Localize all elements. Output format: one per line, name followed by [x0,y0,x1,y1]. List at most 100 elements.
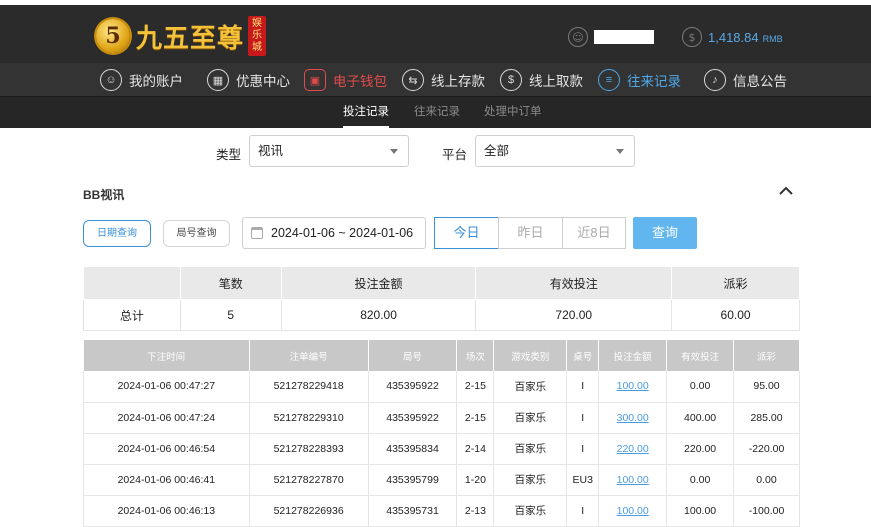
table-cell: 435395799 [368,464,458,496]
chevron-up-icon[interactable] [777,184,795,198]
dollar-icon: $ [682,27,702,47]
tab-pending-orders[interactable]: 处理中订单 [484,97,542,128]
bet-amount-link[interactable]: 100.00 [617,505,649,517]
table-cell: 100.00 [598,371,668,403]
table-cell: 300.00 [598,402,668,434]
summary-cell: 820.00 [280,299,477,331]
table-cell: 220.00 [598,433,668,465]
table-cell: 521278229310 [249,402,369,434]
type-select[interactable]: 视讯 [249,135,409,167]
user-icon: ☺ [100,69,122,91]
round-query-button[interactable]: 局号查询 [163,220,230,247]
chevron-down-icon [616,149,624,154]
detail-header: 注单编号 [249,340,369,371]
type-label: 类型 [216,148,242,162]
nav-withdraw[interactable]: $ 线上取款 [500,67,583,93]
table-cell: 435395731 [368,495,458,527]
logo-text: 九五至尊 [136,23,245,54]
table-row: 2024-01-06 00:47:27 521278229418 435395922… [83,371,800,403]
username-redacted [594,30,654,44]
nav-label: 线上取款 [529,74,583,89]
table-cell: 2024-01-06 00:46:41 [83,464,250,496]
summary-header: 有效投注 [475,266,673,300]
table-cell: 百家乐 [493,371,568,403]
nav-label: 线上存款 [431,74,485,89]
summary-header-row: 笔数 投注金额 有效投注 派彩 [83,266,800,300]
platform-select[interactable]: 全部 [475,135,635,167]
nav-records[interactable]: ≡ 往来记录 [598,67,681,93]
table-cell: 百家乐 [493,433,568,465]
table-cell: 0.00 [666,371,735,403]
withdraw-icon: $ [500,69,522,91]
table-cell: 2-13 [456,495,495,527]
nav-label: 电子钱包 [333,74,387,89]
summary-header: 笔数 [179,266,282,300]
table-cell: -100.00 [733,495,800,527]
nav-my-account[interactable]: ☺ 我的账户 [100,67,183,93]
nav-deposit[interactable]: ⇆ 线上存款 [402,67,485,93]
table-cell: 521278228393 [249,433,369,465]
user-info[interactable]: ☺ [568,27,654,47]
table-row: 2024-01-06 00:46:41 521278227870 435395799… [83,464,800,496]
table-cell: 2-14 [456,433,495,465]
table-cell: 95.00 [733,371,800,403]
summary-table: 笔数 投注金额 有效投注 派彩 总计 5 820.00 720.00 60.00 [83,266,800,331]
table-cell: 2024-01-06 00:47:24 [83,402,250,434]
table-cell: -220.00 [733,433,800,465]
brand-logo[interactable]: 5 九五至尊 娱 乐 城 [96,13,267,59]
table-row: 2024-01-06 00:47:24 521278229310 435395922… [83,402,800,434]
wallet-icon: ▣ [304,69,326,91]
chevron-down-icon [390,149,398,154]
table-cell: 1-20 [456,464,495,496]
table-cell: 2024-01-06 00:47:27 [83,371,250,403]
detail-header: 投注金额 [598,340,668,371]
logo-emblem: 5 [96,19,130,53]
table-cell: 435395834 [368,433,458,465]
last-8-days-button[interactable]: 近8日 [562,217,626,249]
records-icon: ≡ [598,69,620,91]
query-button[interactable]: 查询 [633,217,697,249]
calendar-icon [251,227,263,239]
bet-amount-link[interactable]: 100.00 [617,474,649,486]
deposit-icon: ⇆ [402,69,424,91]
section-title: BB视讯 [83,188,125,202]
table-cell: EU3 [566,464,600,496]
bet-amount-link[interactable]: 100.00 [617,380,649,392]
summary-cell: 60.00 [671,299,800,331]
nav-label: 我的账户 [129,74,183,89]
table-row: 2024-01-06 00:46:13 521278226936 435395731… [83,495,800,527]
date-range-input[interactable]: 2024-01-06 ~ 2024-01-06 [242,217,426,249]
user-icon: ☺ [568,27,588,47]
yesterday-button[interactable]: 昨日 [498,217,563,249]
table-cell: I [566,402,600,434]
main-nav: ☺ 我的账户 ▦ 优惠中心 ▣ 电子钱包 ⇆ 线上存款 $ 线上取款 ≡ 往来记… [0,63,871,97]
detail-header: 游戏类别 [493,340,568,371]
table-cell: 400.00 [666,402,735,434]
nav-announcements[interactable]: ♪ 信息公告 [704,67,787,93]
bet-amount-link[interactable]: 220.00 [617,443,649,455]
detail-header: 场次 [456,340,495,371]
table-cell: 2024-01-06 00:46:13 [83,495,250,527]
nav-e-wallet[interactable]: ▣ 电子钱包 [304,67,387,93]
platform-select-value: 全部 [484,144,510,158]
nav-label: 信息公告 [733,74,787,89]
table-cell: 2024-01-06 00:46:54 [83,433,250,465]
type-select-value: 视讯 [258,144,284,158]
balance-unit: RMB [762,33,783,44]
table-cell: 百家乐 [493,495,568,527]
detail-header: 下注时间 [83,340,250,371]
today-button[interactable]: 今日 [434,217,499,249]
date-query-button[interactable]: 日期查询 [83,220,151,247]
table-cell: 100.00 [666,495,735,527]
summary-row: 总计 5 820.00 720.00 60.00 [83,299,800,331]
table-cell: 100.00 [598,464,668,496]
table-cell: 521278227870 [249,464,369,496]
table-cell: 百家乐 [493,402,568,434]
sub-nav: 投注记录 往来记录 处理中订单 [0,97,871,128]
tab-transactions[interactable]: 往来记录 [414,97,460,128]
balance-value: 1,418.84 [708,29,759,45]
tab-bet-records[interactable]: 投注记录 [343,97,389,128]
bet-amount-link[interactable]: 300.00 [617,412,649,424]
table-cell: I [566,433,600,465]
nav-promotions[interactable]: ▦ 优惠中心 [207,67,290,93]
